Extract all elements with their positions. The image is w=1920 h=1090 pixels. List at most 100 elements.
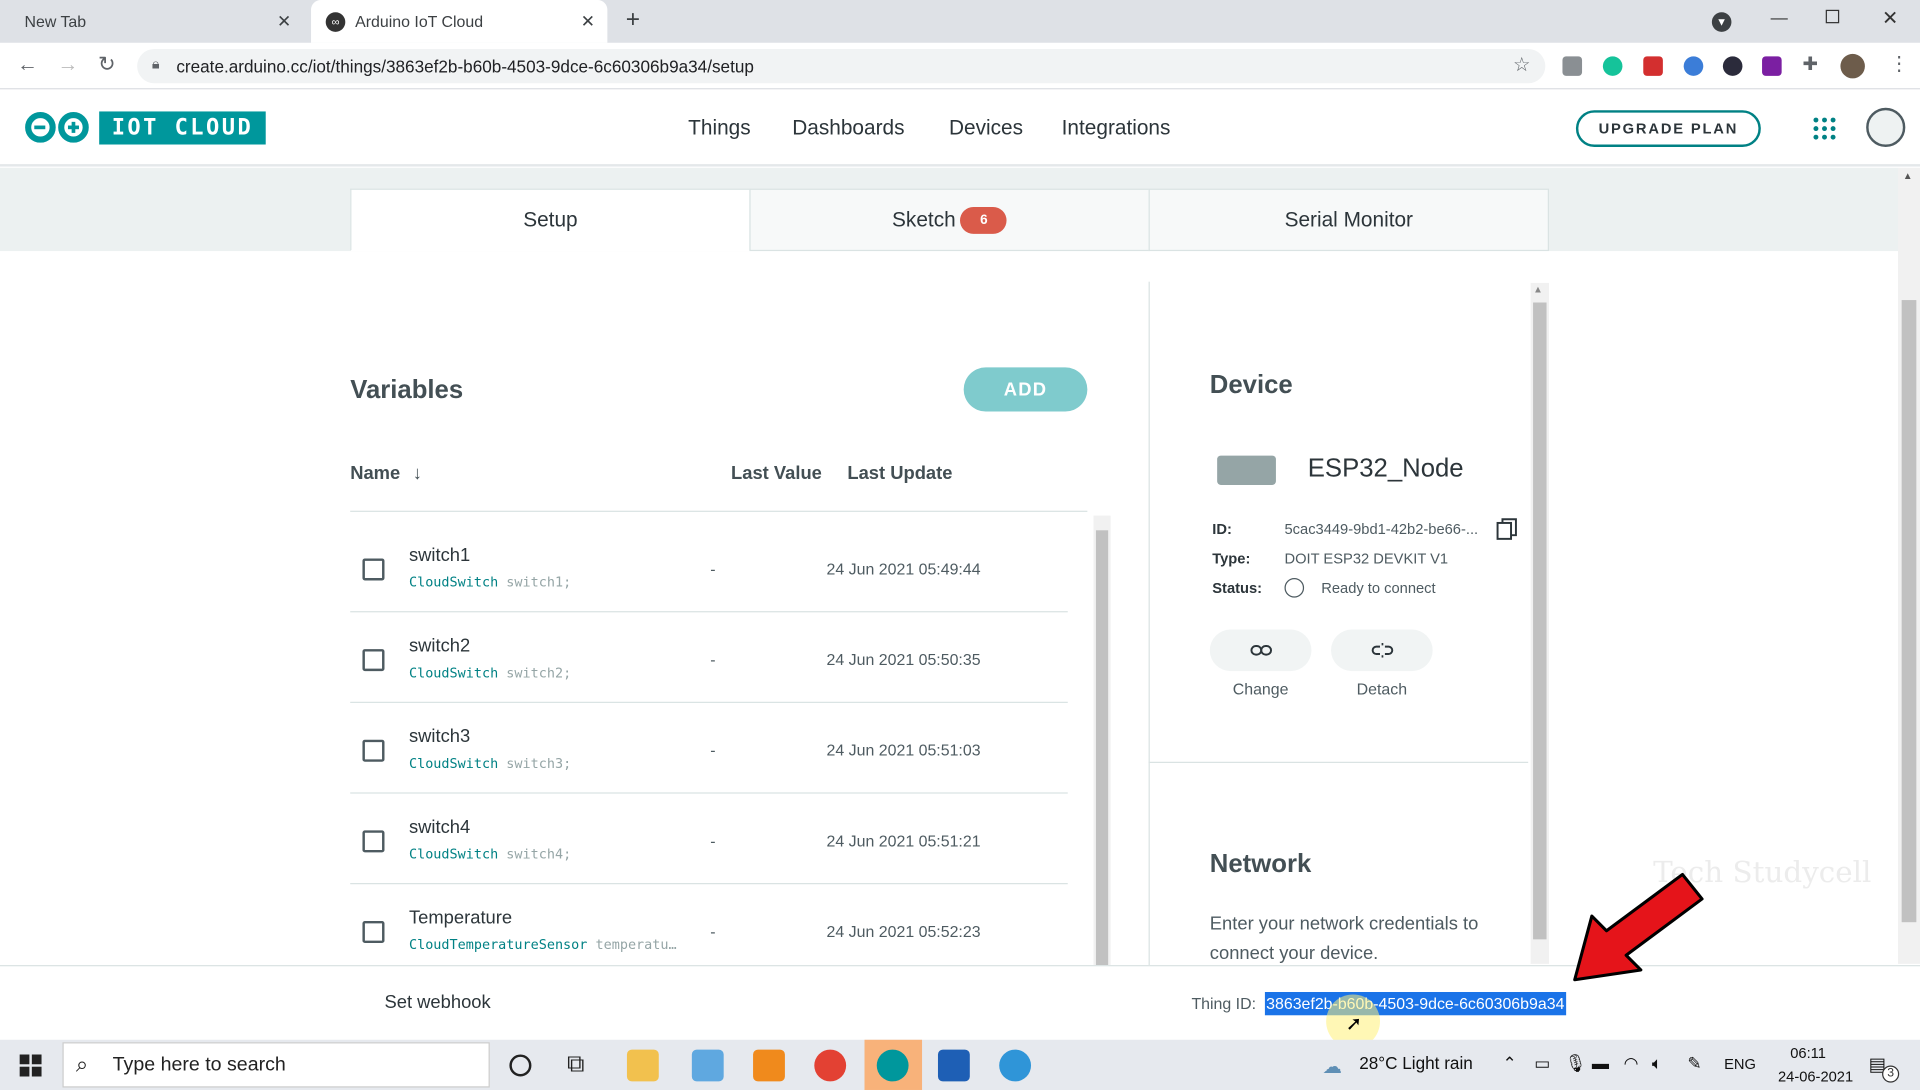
address-bar[interactable]: 🔒︎ create.arduino.cc/iot/things/3863ef2b…	[137, 48, 1546, 84]
browser-menu-icon[interactable]: ⋮	[1889, 51, 1909, 75]
close-tab-icon[interactable]: ✕	[581, 11, 595, 32]
arduino-logo-icon[interactable]	[24, 110, 90, 144]
weather-cloud-icon[interactable]: ☁	[1322, 1054, 1342, 1078]
pc-app-icon[interactable]	[691, 1049, 724, 1082]
row-checkbox[interactable]	[362, 739, 385, 762]
sort-down-arrow-icon[interactable]: ↓	[413, 463, 422, 484]
variable-type: CloudSwitch	[408, 846, 499, 863]
k-extension-icon[interactable]	[1722, 56, 1743, 76]
variable-name[interactable]: switch1	[409, 545, 470, 566]
forward-arrow-icon[interactable]: →	[58, 53, 79, 77]
device-title: Device	[1209, 371, 1293, 400]
page-scroll-up-arrow-icon[interactable]: ▲	[1903, 170, 1913, 181]
sketch-count-badge: 6	[960, 206, 1008, 234]
set-webhook-link[interactable]: Set webhook	[384, 992, 490, 1013]
detach-label[interactable]: Detach	[1331, 680, 1433, 698]
change-label[interactable]: Change	[1210, 680, 1312, 698]
extensions-puzzle-icon[interactable]: ✚	[1802, 53, 1817, 75]
close-tab-icon[interactable]: ✕	[277, 11, 291, 32]
nav-devices[interactable]: Devices	[949, 116, 1023, 140]
restore-icon[interactable]	[1825, 9, 1840, 24]
minimize-icon[interactable]: —	[1771, 7, 1788, 27]
divider	[1148, 281, 1150, 968]
clock-time[interactable]: 06:11	[1790, 1045, 1826, 1062]
show-hidden-icons-icon[interactable]: ⌃	[1502, 1053, 1516, 1074]
add-variable-button[interactable]: ADD	[963, 367, 1088, 412]
variable-row[interactable]: Temperature CloudTemperatureSensor tempe…	[350, 884, 1068, 975]
vlc-icon[interactable]	[753, 1049, 785, 1082]
ui-extension-icon[interactable]	[1762, 56, 1782, 76]
nav-things[interactable]: Things	[688, 116, 750, 140]
wifi-icon[interactable]: ◠	[1624, 1053, 1639, 1074]
language-indicator[interactable]: ENG	[1724, 1056, 1756, 1073]
microphone-icon[interactable]: 🎙︎	[1565, 1053, 1587, 1074]
clock-date[interactable]: 24-06-2021	[1778, 1068, 1853, 1085]
row-checkbox[interactable]	[362, 558, 385, 581]
user-avatar[interactable]	[1866, 107, 1906, 147]
back-arrow-icon[interactable]: ←	[17, 53, 38, 77]
globe-extension-icon[interactable]	[1683, 56, 1704, 76]
arduino-ide-icon[interactable]	[876, 1049, 909, 1082]
bookmark-star-icon[interactable]: ☆	[1513, 53, 1531, 77]
variable-type: CloudTemperatureSensor	[408, 936, 588, 953]
variable-decl-name: temperatu…	[595, 936, 677, 953]
flash-extension-icon[interactable]	[1643, 56, 1663, 76]
variable-row[interactable]: switch4 CloudSwitch switch4; - 24 Jun 20…	[350, 794, 1068, 885]
profile-avatar-icon[interactable]	[1840, 53, 1865, 79]
tab-search-icon[interactable]: ▼	[1711, 12, 1732, 32]
nav-dashboards[interactable]: Dashboards	[792, 116, 904, 140]
upgrade-plan-button[interactable]: UPGRADE PLAN	[1575, 110, 1761, 147]
photos-icon[interactable]	[937, 1049, 970, 1082]
variable-row[interactable]: switch2 CloudSwitch switch2; - 24 Jun 20…	[350, 612, 1068, 703]
cortana-icon[interactable]	[509, 1054, 532, 1077]
reload-icon[interactable]: ↻	[98, 53, 115, 77]
weather-text[interactable]: 28°C Light rain	[1359, 1053, 1473, 1073]
pen-icon[interactable]: ✎	[1687, 1053, 1701, 1074]
iot-cloud-logo-text[interactable]: IOT CLOUD	[99, 111, 266, 145]
row-checkbox[interactable]	[362, 920, 385, 944]
variables-scrollbar-thumb[interactable]	[1095, 530, 1109, 969]
name-column-header[interactable]: Name ↓	[350, 463, 422, 484]
windows-start-icon[interactable]	[19, 1054, 42, 1077]
tab-setup[interactable]: Setup	[350, 188, 751, 252]
tab-serial-monitor[interactable]: Serial Monitor	[1148, 188, 1549, 252]
variable-name[interactable]: Temperature	[409, 908, 512, 929]
file-explorer-icon[interactable]	[626, 1049, 659, 1082]
edge-icon[interactable]	[999, 1049, 1032, 1082]
browser-tab-new-tab[interactable]: New Tab ✕	[10, 0, 304, 43]
copy-icon[interactable]	[1495, 517, 1519, 541]
scroll-up-arrow-icon[interactable]: ▲	[1533, 284, 1543, 295]
device-name[interactable]: ESP32_Node	[1308, 454, 1464, 483]
extension-1b-icon[interactable]	[1562, 56, 1583, 76]
name-column-label: Name	[350, 462, 401, 484]
browser-tab-arduino[interactable]: ∞ Arduino IoT Cloud ✕	[311, 0, 608, 43]
change-device-button[interactable]	[1209, 629, 1312, 672]
variable-row[interactable]: switch3 CloudSwitch switch3; - 24 Jun 20…	[350, 703, 1068, 794]
device-panel-scrollbar-thumb[interactable]	[1533, 302, 1547, 940]
taskbar-search-box[interactable]: ⌕ Type here to search	[62, 1042, 490, 1088]
device-status-label: Status:	[1212, 579, 1263, 597]
variable-last-update: 24 Jun 2021 05:52:23	[826, 922, 981, 941]
tab-sketch[interactable]: Sketch 6	[749, 188, 1150, 252]
variable-name[interactable]: switch2	[409, 636, 470, 657]
row-checkbox[interactable]	[362, 830, 385, 853]
meet-now-icon[interactable]: ▭	[1534, 1053, 1550, 1074]
detach-device-button[interactable]	[1331, 629, 1433, 672]
variable-decl-name: switch1;	[506, 574, 572, 591]
grammarly-icon[interactable]	[1602, 56, 1623, 76]
variable-row[interactable]: switch1 CloudSwitch switch1; - 24 Jun 20…	[350, 522, 1068, 613]
task-view-icon[interactable]: ⧉	[567, 1051, 584, 1079]
taskbar-search-placeholder: Type here to search	[112, 1053, 286, 1075]
row-checkbox[interactable]	[362, 649, 385, 672]
close-window-icon[interactable]: ✕	[1882, 6, 1898, 30]
nav-integrations[interactable]: Integrations	[1062, 116, 1171, 140]
volume-icon[interactable]: 🔈︎	[1652, 1053, 1662, 1074]
variable-name[interactable]: switch3	[409, 726, 470, 747]
thing-id-value[interactable]: 3863ef2b-b60b-4503-9dce-6c60306b9a34	[1264, 992, 1566, 1016]
new-tab-plus-icon[interactable]: +	[626, 6, 640, 34]
apps-grid-icon[interactable]	[1812, 116, 1836, 140]
variable-name[interactable]: switch4	[409, 817, 470, 838]
chrome-icon[interactable]	[814, 1049, 847, 1082]
page-scrollbar-thumb[interactable]	[1901, 300, 1917, 923]
battery-icon[interactable]: ▬	[1592, 1053, 1609, 1073]
